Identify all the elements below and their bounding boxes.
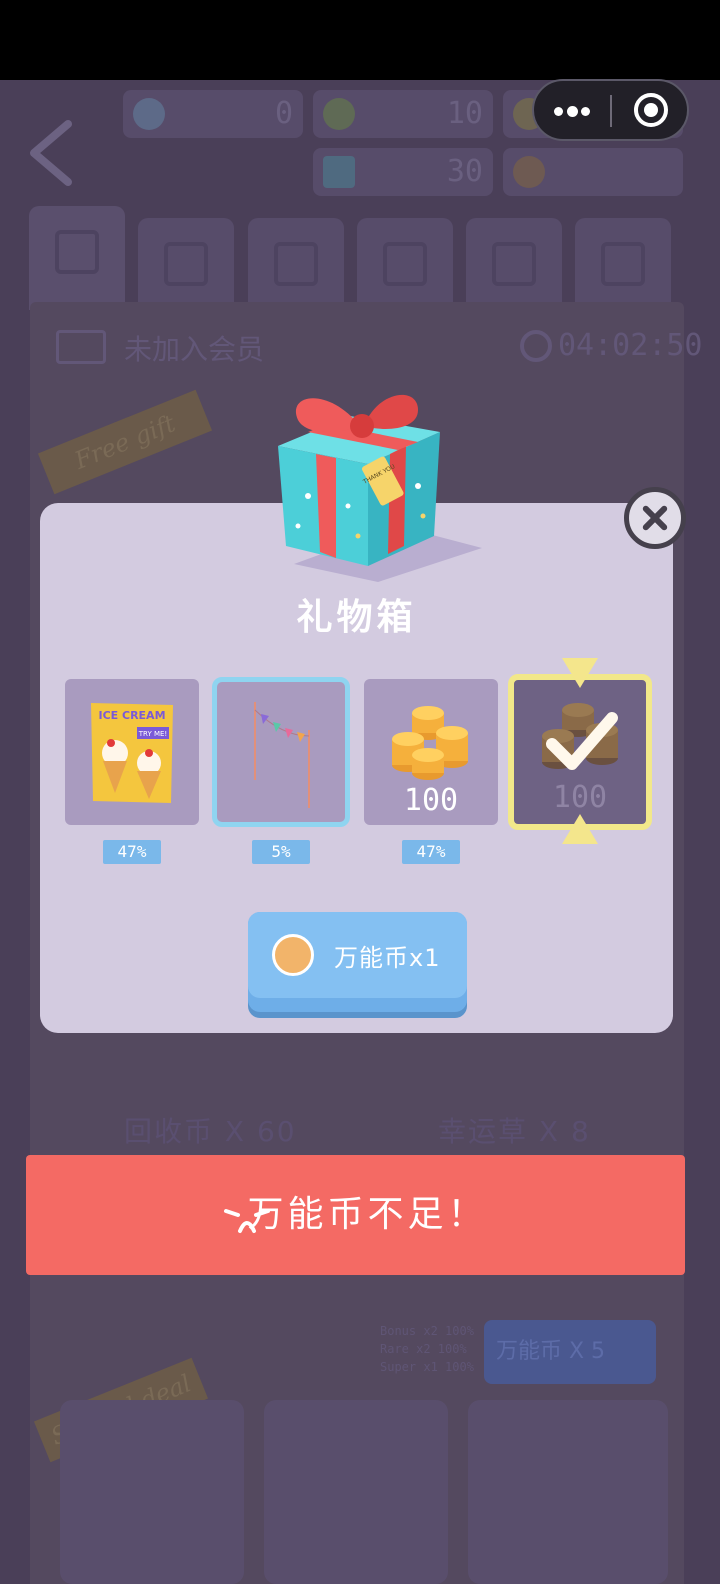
more-icon[interactable]	[554, 106, 590, 117]
wand-icon	[383, 242, 427, 286]
reward-item-ice-cream[interactable]: ICE CREAM TRY ME!	[65, 679, 199, 825]
ticket-icon	[323, 156, 355, 188]
tab-tags[interactable]	[29, 206, 125, 310]
clover-counter: 10	[313, 90, 493, 138]
toast-message: 万能币不足！	[247, 1194, 488, 1235]
ticket-tab-icon	[601, 242, 645, 286]
tag-icon	[55, 230, 99, 274]
reward-left-label: 回收币 X 60	[124, 1115, 297, 1148]
mini-program-close-icon[interactable]	[634, 93, 668, 127]
reward-right-label: 幸运草 X 8	[438, 1115, 591, 1148]
chance-badge-3: 47%	[402, 840, 460, 864]
ice-cream-poster-icon: ICE CREAM TRY ME!	[91, 703, 173, 803]
tab-wand[interactable]	[357, 218, 453, 310]
reward-item-coins-owned[interactable]: 100	[508, 674, 652, 830]
back-arrow-icon[interactable]	[22, 118, 82, 188]
capsule-divider	[610, 95, 612, 127]
error-toast: 万能币不足！	[26, 1155, 685, 1275]
special-deal-button[interactable]: 万能币 X 5	[484, 1320, 656, 1384]
chance-badge-2: 5%	[252, 840, 310, 864]
gem-counter	[503, 148, 683, 196]
close-icon[interactable]	[624, 487, 686, 549]
bunting-flags-icon	[254, 702, 310, 808]
poster-title: ICE CREAM	[98, 709, 165, 722]
bonus-line-1: Bonus x2 100%	[380, 1324, 474, 1338]
deal-item-2[interactable]	[264, 1400, 448, 1584]
bonus-line-2: Rare x2 100%	[380, 1342, 467, 1356]
ticket-counter: 30	[313, 148, 493, 196]
tab-ticket[interactable]	[575, 218, 671, 310]
dialog-title: 礼物箱	[296, 597, 417, 638]
diamond-coin-icon	[272, 934, 314, 976]
clover-icon	[323, 98, 355, 130]
sofa-icon	[274, 242, 318, 286]
coin-stack-icon	[392, 706, 468, 780]
status-bar	[0, 0, 720, 80]
recycle-coin-counter: 0	[123, 90, 303, 138]
countdown-timer: 04:02:50	[558, 328, 703, 363]
coin-amount: 100	[403, 783, 459, 818]
checkmark-icon	[546, 712, 618, 770]
reward-item-bunting[interactable]	[212, 677, 350, 827]
poster-subtitle: TRY ME!	[138, 730, 167, 738]
open-gift-button-label: 万能币x1	[334, 944, 441, 972]
open-gift-button[interactable]: 万能币x1	[248, 912, 467, 1012]
chance-badge-1: 47%	[103, 840, 161, 864]
reward-item-coins[interactable]: 100	[364, 679, 498, 825]
owned-coin-amount: 100	[552, 780, 608, 815]
bonus-line-3: Super x1 100%	[380, 1360, 474, 1374]
lock-icon	[164, 242, 208, 286]
arrow-down-indicator-icon	[562, 658, 598, 688]
clock-icon	[520, 330, 552, 362]
tab-lock[interactable]	[138, 218, 234, 310]
deal-item-1[interactable]	[60, 1400, 244, 1584]
recycle-coin-icon	[133, 98, 165, 130]
shop-icon	[492, 242, 536, 286]
tab-sofa[interactable]	[248, 218, 344, 310]
tab-shop[interactable]	[466, 218, 562, 310]
deal-item-3[interactable]	[468, 1400, 668, 1584]
membership-status: 未加入会员	[124, 333, 265, 366]
open-gift-button-face: 万能币x1	[248, 912, 467, 998]
arrow-up-indicator-icon	[562, 814, 598, 844]
mini-program-capsule	[532, 79, 689, 141]
membership-icon	[56, 330, 106, 364]
gift-box-icon: THANK YOU	[278, 394, 482, 582]
gem-icon	[513, 156, 545, 188]
